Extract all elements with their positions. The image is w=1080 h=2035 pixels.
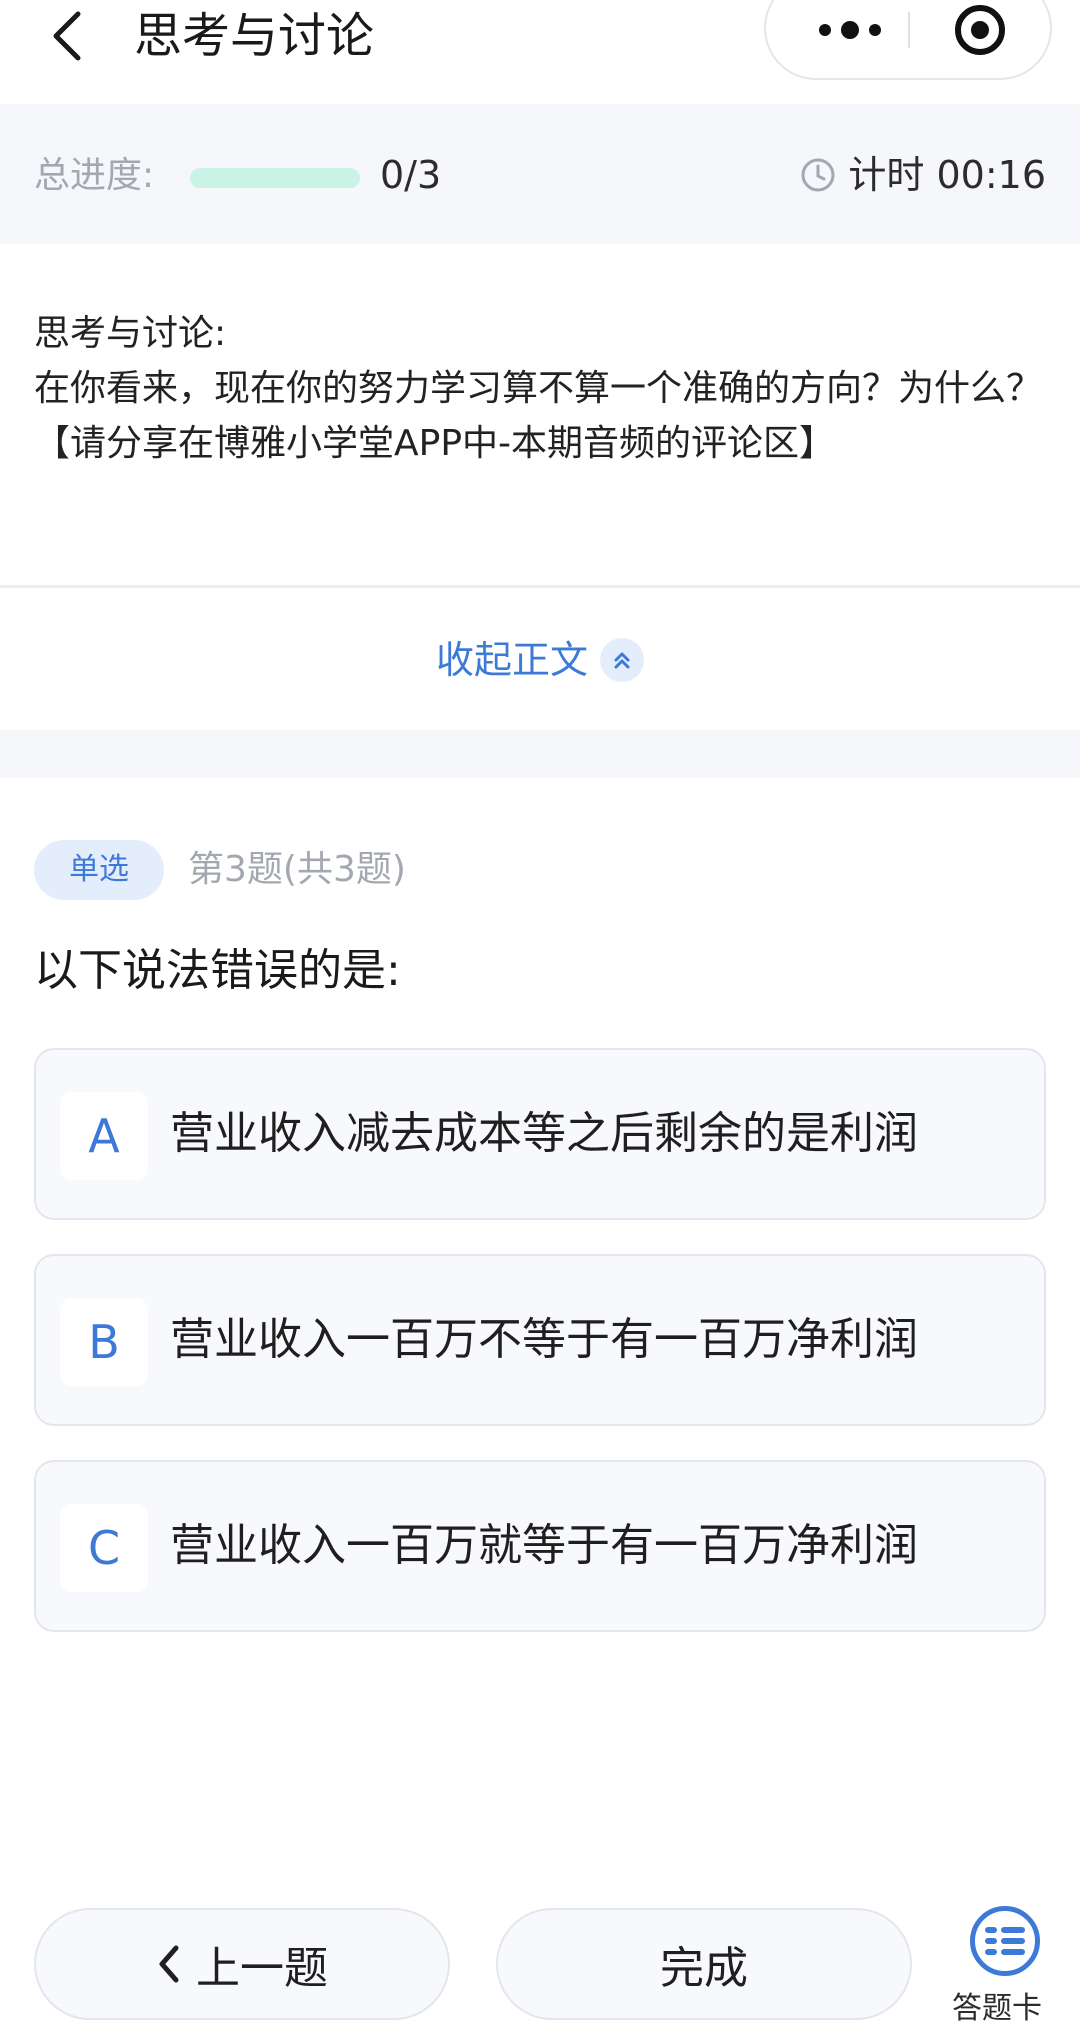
prev-question-button[interactable]: 上一题 bbox=[34, 1908, 450, 2020]
passage-line: 思考与讨论: bbox=[34, 313, 227, 354]
timer: 计时 00:16 bbox=[800, 152, 1046, 198]
option-letter: A bbox=[60, 1092, 148, 1180]
option-c[interactable]: C 营业收入一百万就等于有一百万净利润 bbox=[34, 1460, 1046, 1632]
chevron-left-icon bbox=[53, 11, 81, 61]
finish-label: 完成 bbox=[660, 1943, 748, 1994]
progress-track bbox=[190, 168, 360, 188]
option-a[interactable]: A 营业收入减去成本等之后剩余的是利润 bbox=[34, 1048, 1046, 1220]
finish-button[interactable]: 完成 bbox=[496, 1908, 912, 2020]
passage-line: 在你看来，现在你的努力学习算不算一个准确的方向？为什么？ bbox=[34, 368, 1043, 409]
question-text: 以下说法错误的是: bbox=[34, 945, 401, 996]
collapse-passage-button[interactable]: 收起正文 bbox=[0, 628, 1080, 692]
nav-header: 思考与讨论 bbox=[0, 0, 1080, 104]
question-type-tag: 单选 bbox=[34, 840, 164, 900]
option-letter: C bbox=[60, 1504, 148, 1592]
passage-line: 【请分享在博雅小学堂APP中-本期音频的评论区】 bbox=[34, 423, 836, 464]
progress-panel: 总进度: 0/3 计时 00:16 bbox=[0, 104, 1080, 244]
back-button[interactable] bbox=[40, 8, 96, 64]
option-b[interactable]: B 营业收入一百万不等于有一百万净利润 bbox=[34, 1254, 1046, 1426]
option-text: 营业收入一百万不等于有一百万净利润 bbox=[170, 1314, 918, 1365]
progress-count: 0/3 bbox=[380, 153, 442, 197]
more-button[interactable] bbox=[792, 2, 908, 58]
collapse-label: 收起正文 bbox=[435, 638, 588, 682]
progress-label: 总进度: bbox=[34, 155, 155, 196]
double-chevron-up-icon bbox=[600, 638, 644, 682]
divider bbox=[0, 585, 1080, 588]
more-dots-icon bbox=[869, 24, 881, 36]
more-dots-icon bbox=[819, 24, 831, 36]
chevron-left-icon bbox=[159, 1945, 179, 1983]
question-number: 第3题(共3题) bbox=[188, 849, 406, 890]
timer-text: 计时 00:16 bbox=[848, 153, 1046, 197]
capsule-divider bbox=[908, 12, 910, 48]
option-letter: B bbox=[60, 1298, 148, 1386]
list-grid-icon bbox=[985, 1927, 1025, 1955]
answer-card-button[interactable] bbox=[970, 1906, 1040, 1976]
mini-program-capsule bbox=[764, 0, 1052, 80]
quiz-page: 思考与讨论 总进度: 0/3 计时 00:16 思考与讨论: 在你看来，现在你的… bbox=[0, 0, 1080, 2035]
target-icon bbox=[955, 5, 1005, 55]
option-text: 营业收入减去成本等之后剩余的是利润 bbox=[170, 1108, 918, 1159]
option-text: 营业收入一百万就等于有一百万净利润 bbox=[170, 1520, 918, 1571]
prev-label: 上一题 bbox=[196, 1943, 328, 1994]
passage-text: 思考与讨论: 在你看来，现在你的努力学习算不算一个准确的方向？为什么？ 【请分享… bbox=[34, 306, 1046, 471]
more-dots-icon bbox=[841, 21, 859, 39]
page-title: 思考与讨论 bbox=[134, 8, 375, 64]
answer-card-label: 答题卡 bbox=[952, 1991, 1042, 2026]
close-mini-program-button[interactable] bbox=[952, 2, 1008, 58]
clock-icon bbox=[801, 158, 835, 192]
section-gap bbox=[0, 730, 1080, 778]
